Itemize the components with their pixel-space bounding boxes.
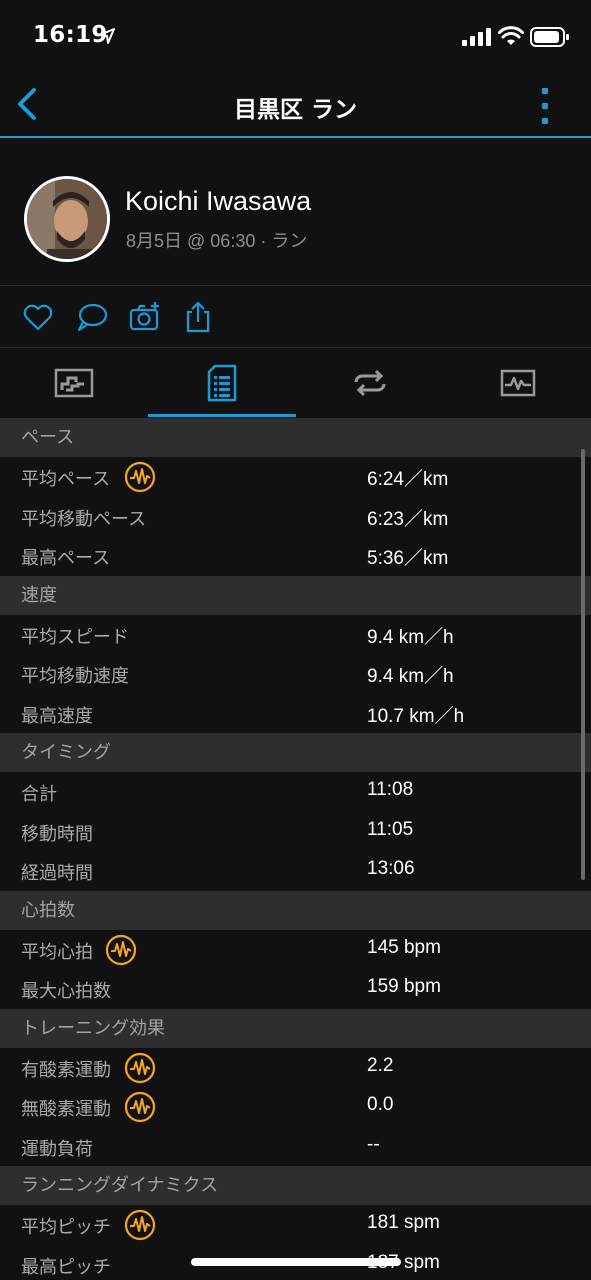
stat-value: 10.7 km／h [367,705,465,727]
stat-row-avg-moving-speed: 平均移動速度 9.4 km／h [0,654,591,694]
stat-row-best-pace: 最高ペース 5:36／km [0,536,591,576]
stat-value: -- [367,1133,380,1155]
tab-laps[interactable] [296,349,444,417]
cellular-signal-icon [462,28,491,46]
stat-label: 合計 [21,784,57,805]
wifi-icon [498,26,524,45]
avatar-photo [27,179,107,259]
stat-label: 無酸素運動 [21,1099,111,1120]
chart-tab-icon [54,368,94,398]
stat-value: 13:06 [367,858,415,879]
firstbeat-badge-icon[interactable] [105,934,137,966]
stat-value: 6:23／km [367,508,449,530]
stat-label: 平均心拍 [21,941,93,963]
firstbeat-badge-icon[interactable] [124,1091,156,1123]
stat-value: 9.4 km／h [367,666,454,687]
stat-label: 平均移動ペース [21,508,147,530]
stat-value: 181 spm [367,1212,440,1233]
action-row [0,286,591,348]
stat-row-elapsed-time: 経過時間 13:06 [0,851,591,891]
stat-label: 平均スピード [21,626,129,648]
home-indicator[interactable] [191,1258,401,1266]
section-header-speed: 速度 [0,575,591,615]
stat-label: 運動負荷 [21,1138,93,1160]
stat-value: 9.4 km／h [367,626,454,648]
graph-tab-icon [500,369,536,397]
activity-date-type: 8月5日 @ 06:30 · ラン [126,231,308,251]
stat-row-max-speed: 最高速度 10.7 km／h [0,694,591,734]
stat-value: 0.0 [367,1094,394,1115]
tab-stats[interactable] [148,349,296,417]
nav-bar: 目黒区 ラン [0,72,591,138]
tab-graphs[interactable] [444,349,591,417]
section-header-pace: ペース [0,418,591,457]
activity-owner: Koichi Iwasawa 8月5日 @ 06:30 · ラン [0,140,591,286]
stat-label: 移動時間 [21,823,93,845]
firstbeat-badge-icon[interactable] [124,461,156,493]
section-header-heart-rate: 心拍数 [0,890,591,930]
tab-overview[interactable] [0,349,148,417]
avatar[interactable] [24,176,110,262]
stat-value: 11:05 [367,818,414,840]
user-name[interactable]: Koichi Iwasawa [125,186,311,217]
stat-value: 6:24／km [367,469,449,490]
more-options-icon[interactable] [530,84,560,128]
laps-tab-icon [354,369,386,397]
stats-list[interactable]: ペース 平均ペース 6:24／km 平均移動ペース 6:23／km 最高ペース … [0,418,591,1280]
stat-row-avg-hr: 平均心拍 145 bpm [0,930,591,970]
stat-row-total-time: 合計 11:08 [0,772,591,812]
stat-row-aerobic-te: 有酸素運動 2.2 [0,1048,591,1088]
status-time: 16:19 [33,22,108,48]
stat-value: 5:36／km [367,548,449,569]
stat-label: 最大心拍数 [21,981,111,1002]
stat-value: 2.2 [367,1054,394,1076]
stat-row-avg-speed: 平均スピード 9.4 km／h [0,615,591,655]
firstbeat-badge-icon[interactable] [124,1209,156,1241]
heart-icon[interactable] [21,300,55,334]
section-header-timing: タイミング [0,733,591,772]
location-arrow-icon [99,28,115,44]
scrollbar[interactable] [581,449,585,880]
stat-row-training-load: 運動負荷 -- [0,1127,591,1167]
add-photo-icon[interactable] [128,300,162,334]
stat-label: 有酸素運動 [21,1059,111,1081]
stat-value: 11:08 [367,779,414,800]
stat-row-anaerobic-te: 無酸素運動 0.0 [0,1087,591,1127]
battery-icon [530,27,569,47]
stat-label: 最高ピッチ [21,1256,111,1278]
stats-tab-icon [207,364,237,402]
section-header-running-dynamics: ランニングダイナミクス [0,1166,591,1205]
stat-label: 平均ピッチ [21,1217,111,1238]
stat-label: 平均ペース [21,469,111,490]
firstbeat-badge-icon[interactable] [124,1052,156,1084]
section-header-training-effect: トレーニング効果 [0,1008,591,1048]
share-icon[interactable] [181,300,215,334]
stat-label: 最高速度 [21,705,93,727]
stat-row-avg-pace: 平均ペース 6:24／km [0,457,591,497]
stat-row-avg-moving-pace: 平均移動ペース 6:23／km [0,497,591,537]
activity-tabs [0,349,591,417]
stat-label: 最高ペース [21,548,111,569]
stat-label: 経過時間 [21,863,93,884]
stat-row-avg-cadence: 平均ピッチ 181 spm [0,1205,591,1245]
comment-icon[interactable] [75,300,109,334]
stat-label: 平均移動速度 [21,666,129,687]
status-bar: 16:19 [0,0,591,72]
stat-value: 145 bpm [367,936,441,958]
page-title: 目黒区 ラン [233,97,357,123]
stat-value: 159 bpm [367,976,441,997]
stat-row-max-hr: 最大心拍数 159 bpm [0,969,591,1009]
stat-row-moving-time: 移動時間 11:05 [0,812,591,852]
